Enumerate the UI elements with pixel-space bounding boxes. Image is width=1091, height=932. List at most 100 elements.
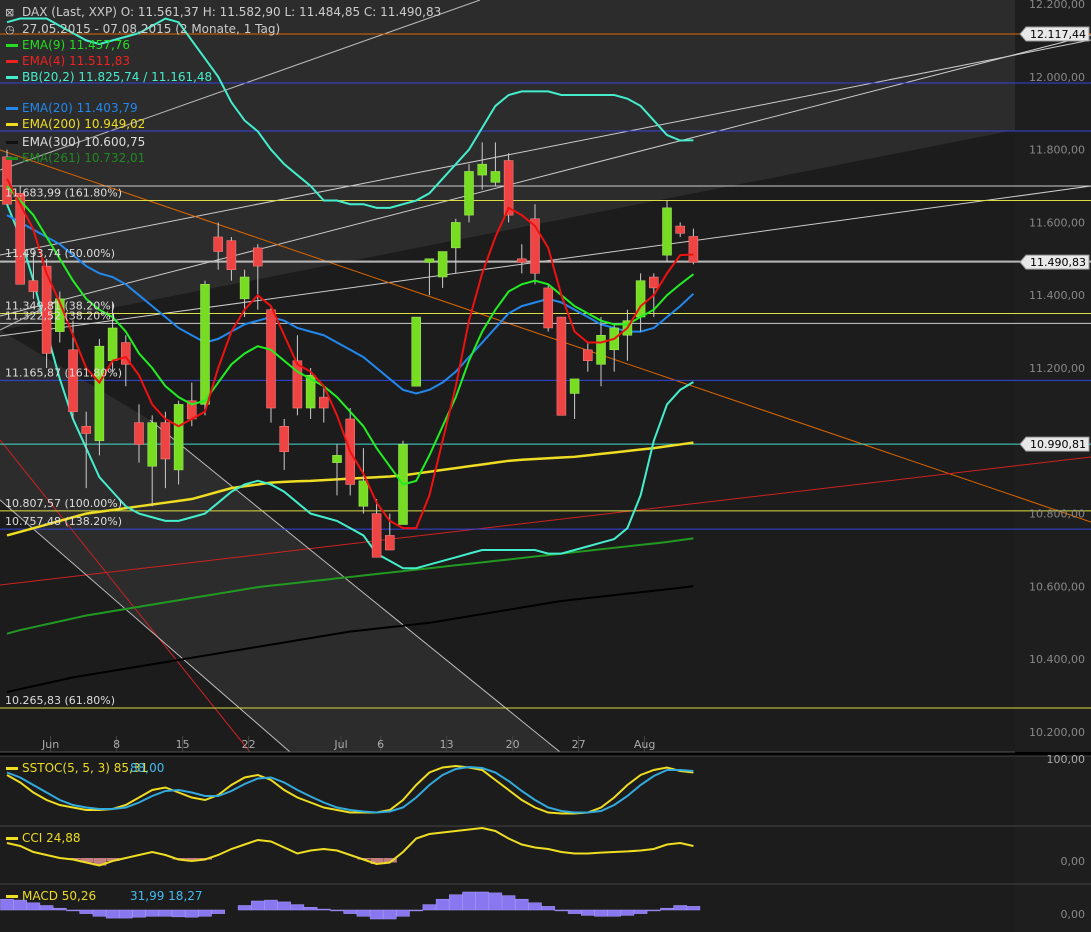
clock-icon: ◷ [5, 23, 15, 36]
legend-entry: EMA(300) 10.600,75 [22, 135, 145, 149]
candle-body [134, 422, 144, 445]
macd-histogram-bar [237, 905, 252, 911]
subpanel-label: MACD 50,26 [22, 889, 96, 903]
macd-histogram-bar [26, 902, 41, 911]
candle-body [517, 258, 527, 263]
legend-entry: EMA(20) 11.403,79 [22, 101, 138, 115]
subpanel-swatch [6, 895, 18, 898]
subpanel-swatch [6, 837, 18, 840]
macd-histogram-bar [198, 909, 212, 917]
date-label: 15 [176, 738, 190, 751]
candle-body [213, 236, 223, 252]
date-label: 13 [440, 738, 454, 751]
candle-body [147, 422, 157, 467]
macd-histogram-bar [105, 909, 120, 919]
candle [464, 164, 474, 223]
fib-label: 11.683,99 (161.80%) [5, 187, 122, 200]
legend-swatch [6, 76, 18, 79]
candle-body [490, 171, 501, 183]
candle-body [424, 258, 435, 263]
macd-histogram-bar [171, 909, 186, 918]
fib-label: 11.493,74 (50.00%) [5, 247, 115, 260]
candle-body [437, 251, 448, 278]
macd-histogram-bar [449, 894, 463, 911]
macd-histogram-bar [660, 907, 674, 911]
date-label: 27 [572, 738, 586, 751]
macd-histogram-bar [145, 909, 159, 917]
macd-histogram-bar [158, 909, 173, 917]
candle-body [358, 480, 369, 507]
macd-histogram-bar [409, 909, 423, 912]
macd-histogram-bar [541, 906, 555, 911]
fib-label: 11.165,87 (161.80%) [5, 366, 122, 379]
macd-histogram-bar [647, 909, 661, 912]
fib-label: 10.757,48 (138.20%) [5, 515, 122, 528]
macd-panel: MACD 50,26 31,99 18,27 0,00 [0, 883, 1091, 932]
date-label: Jul [333, 738, 347, 751]
macd-histogram-bar [303, 907, 318, 911]
legend-swatch [6, 107, 18, 110]
legend-swatch [6, 44, 18, 47]
candle-body [279, 425, 289, 452]
date-label: 8 [113, 738, 120, 751]
candle [266, 306, 276, 423]
price-tick-label: 10.600,00 [1029, 580, 1085, 593]
macd-histogram-bar [396, 909, 410, 917]
candle-body [411, 316, 421, 387]
price-tick-label: 10.800,00 [1029, 508, 1085, 521]
subpanel-values: 88,00 [130, 761, 164, 775]
candle-body [160, 422, 171, 460]
candle-body [596, 334, 606, 365]
candle-body [569, 378, 580, 394]
cci-panel: CCI 24,88 0,00 [0, 825, 1091, 884]
candle-body [371, 513, 382, 558]
subpanel-axis-label: 0,00 [1061, 855, 1086, 868]
candle-body [688, 236, 699, 263]
candle-body [477, 163, 487, 176]
macd-histogram-bar [383, 909, 397, 920]
candle-body [583, 349, 593, 361]
macd-histogram-bar [356, 909, 371, 917]
candle-body [332, 455, 342, 463]
price-box-label: 12.117,44 [1030, 28, 1086, 41]
candle-body [15, 193, 25, 285]
candle-body [107, 327, 118, 361]
candle-body [543, 287, 553, 329]
date-label: 22 [242, 738, 256, 751]
main-price-panel: 12.200,00 12.000,00 11.800,00 11.600,00 11.4… [0, 0, 1091, 753]
macd-histogram-bar [607, 909, 621, 917]
price-tick-label: 12.200,00 [1029, 0, 1085, 11]
macd-histogram-bar [620, 909, 635, 916]
fib-label: 10.265,83 (61.80%) [5, 694, 115, 707]
candle-body [200, 284, 210, 405]
candle [503, 153, 514, 223]
subpanel-bg [0, 826, 1015, 884]
price-tick-label: 11.800,00 [1029, 144, 1085, 157]
candle-body [385, 535, 395, 551]
candle-body [68, 349, 78, 412]
macd-histogram-bar [435, 898, 450, 911]
macd-histogram-bar [528, 902, 542, 911]
candle [662, 200, 672, 263]
price-box-label: 11.490,83 [1030, 256, 1086, 269]
macd-histogram-bar [211, 909, 225, 914]
candle-body [253, 247, 263, 267]
date-label: Aug [634, 738, 655, 751]
candle [556, 316, 567, 416]
date-label: Jun [41, 738, 59, 751]
candle-body [319, 396, 329, 409]
candle-body [649, 276, 659, 289]
price-tick-label: 11.400,00 [1029, 289, 1085, 302]
legend-swatch [6, 123, 18, 126]
macd-histogram-bar [422, 904, 437, 911]
candle-body [266, 309, 276, 409]
legend-swatch [6, 157, 18, 160]
header-ohlc: DAX (Last, XXP) O: 11.561,37 H: 11.582,9… [22, 5, 441, 19]
macd-histogram-bar [277, 901, 291, 911]
macd-histogram-bar [290, 904, 305, 911]
macd-histogram-bar [330, 909, 344, 912]
macd-histogram-bar [251, 900, 265, 911]
candle-body [173, 404, 184, 471]
chart-type-icon: ⊠ [5, 6, 14, 19]
macd-histogram-bar [594, 909, 608, 917]
